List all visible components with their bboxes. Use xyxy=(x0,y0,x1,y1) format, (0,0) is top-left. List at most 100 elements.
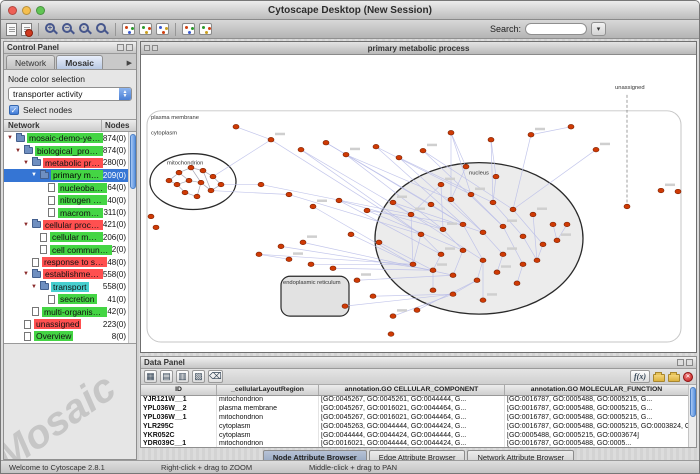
graph-node[interactable] xyxy=(450,292,456,297)
graph-node[interactable] xyxy=(428,202,434,207)
graph-node[interactable] xyxy=(370,294,376,299)
tree-row[interactable]: ▼primary metabolic process209(0) xyxy=(4,169,128,181)
table-scrollbar-thumb[interactable] xyxy=(690,387,696,417)
graph-node[interactable] xyxy=(390,200,396,205)
graph-node[interactable] xyxy=(153,225,159,230)
graph-node[interactable] xyxy=(182,190,188,195)
tree-row[interactable]: macromolecule metabolic process311(0) xyxy=(4,206,128,218)
table-cell[interactable]: [GO:0016787, GO:0005488, GO:0005215, GO:… xyxy=(505,423,688,432)
tree-row[interactable]: ▼mosaic-demo-yeast874(0) xyxy=(4,132,128,144)
graph-node[interactable] xyxy=(278,244,284,249)
tree-row[interactable]: nucleobase, nucleoside, nucleotide and n… xyxy=(4,182,128,194)
graph-node[interactable] xyxy=(148,214,154,219)
tree-row[interactable]: response to stimulus48(0) xyxy=(4,256,128,268)
graph-node[interactable] xyxy=(438,182,444,187)
tab-mosaic[interactable]: Mosaic xyxy=(56,55,103,69)
graph-node[interactable] xyxy=(450,273,456,278)
function-builder-button[interactable]: f(x) xyxy=(630,370,650,383)
graph-node[interactable] xyxy=(376,240,382,245)
graph-node[interactable] xyxy=(520,262,526,267)
graph-node[interactable] xyxy=(210,174,216,179)
graph-node[interactable] xyxy=(463,164,469,169)
tree-expander-icon[interactable]: ▼ xyxy=(14,148,22,154)
close-panel-icon[interactable] xyxy=(126,44,133,51)
tree-row[interactable]: nitrogen compound metabolic process40(0) xyxy=(4,194,128,206)
graph-node[interactable] xyxy=(474,278,480,283)
create-network-icon[interactable] xyxy=(122,23,135,35)
import-network-icon[interactable] xyxy=(139,23,152,35)
tree-row[interactable]: secretion41(0) xyxy=(4,293,128,305)
table-row[interactable]: YLR295Ccytoplasm[GO:0045263, GO:0044444,… xyxy=(141,423,688,432)
table-cell[interactable]: [GO:0044444, GO:0044424, GO:0044444, G..… xyxy=(319,432,505,441)
graph-node[interactable] xyxy=(330,266,336,271)
select-attributes-icon[interactable]: ▦ xyxy=(144,370,157,383)
graph-node[interactable] xyxy=(514,281,520,286)
graph-node[interactable] xyxy=(480,258,486,263)
zoom-window-button[interactable] xyxy=(36,6,45,15)
tree-scrollbar-thumb[interactable] xyxy=(130,134,136,189)
graph-node[interactable] xyxy=(528,132,534,137)
column-header[interactable]: annotation.GO MOLECULAR_FUNCTION xyxy=(505,385,688,395)
table-cell[interactable]: mitochondrion xyxy=(217,396,319,405)
network-window-button-icon[interactable] xyxy=(152,45,158,51)
table-cell[interactable]: cytoplasm xyxy=(217,432,319,441)
tree-row[interactable]: Overview8(0) xyxy=(4,330,128,342)
graph-node[interactable] xyxy=(268,137,274,142)
zoom-out-icon[interactable]: − xyxy=(62,23,72,33)
select-nodes-checkbox[interactable]: ✓ xyxy=(9,105,19,115)
graph-node[interactable] xyxy=(308,262,314,267)
graph-node[interactable] xyxy=(564,222,570,227)
network-window-button-icon[interactable] xyxy=(144,45,150,51)
tree-row[interactable]: cellular metabolic process206(0) xyxy=(4,231,128,243)
graph-node[interactable] xyxy=(480,230,486,235)
graph-node[interactable] xyxy=(342,304,348,309)
graph-node[interactable] xyxy=(348,232,354,237)
apply-layout-icon[interactable] xyxy=(156,23,169,35)
tree-row[interactable]: ▼transport558(0) xyxy=(4,281,128,293)
tree-row[interactable]: ▼establishment of localization558(0) xyxy=(4,268,128,280)
graph-node[interactable] xyxy=(200,168,206,173)
graph-node[interactable] xyxy=(208,188,214,193)
graph-node[interactable] xyxy=(286,257,292,262)
graph-node[interactable] xyxy=(174,182,180,187)
table-scrollbar[interactable] xyxy=(688,385,696,447)
graph-node[interactable] xyxy=(256,252,262,257)
graph-node[interactable] xyxy=(500,224,506,229)
annotation-icon[interactable] xyxy=(199,23,212,35)
graph-node[interactable] xyxy=(430,288,436,293)
graph-node[interactable] xyxy=(343,152,349,157)
table-cell[interactable]: plasma membrane xyxy=(217,405,319,414)
table-cell[interactable]: [GO:0016021, GO:0044444, GO:0044424, G..… xyxy=(319,440,505,447)
graph-node[interactable] xyxy=(418,232,424,237)
import-attributes-folder-icon[interactable] xyxy=(653,374,665,382)
graph-node[interactable] xyxy=(396,155,402,160)
graph-node[interactable] xyxy=(438,252,444,257)
graph-node[interactable] xyxy=(658,188,664,193)
tree-row[interactable]: cell communication2(0) xyxy=(4,244,128,256)
graph-node[interactable] xyxy=(494,270,500,275)
graph-node[interactable] xyxy=(530,212,536,217)
graph-node[interactable] xyxy=(298,147,304,152)
delete-attribute-icon[interactable]: ▥ xyxy=(176,370,189,383)
table-cell[interactable]: [GO:0016787, GO:0005488, GO:0005215, G..… xyxy=(505,396,688,405)
column-header[interactable]: _cellularLayoutRegion xyxy=(217,385,319,395)
graph-node[interactable] xyxy=(554,238,560,243)
graph-node[interactable] xyxy=(460,248,466,253)
import-file-icon[interactable] xyxy=(21,23,32,36)
graph-node[interactable] xyxy=(310,204,316,209)
graph-node[interactable] xyxy=(218,182,224,187)
table-cell[interactable]: [GO:0045263, GO:0044444, GO:0044424, G..… xyxy=(319,423,505,432)
tree-row[interactable]: ▼biological_process874(0) xyxy=(4,144,128,156)
graph-node[interactable] xyxy=(194,194,200,199)
graph-node[interactable] xyxy=(336,198,342,203)
table-cell[interactable]: YPL036W__2 xyxy=(141,405,217,414)
graph-node[interactable] xyxy=(408,212,414,217)
table-cell[interactable]: YKR052C xyxy=(141,432,217,441)
table-cell[interactable]: YDR039C__1 xyxy=(141,440,217,447)
graph-node[interactable] xyxy=(510,207,516,212)
graph-node[interactable] xyxy=(490,200,496,205)
graph-node[interactable] xyxy=(500,252,506,257)
table-row[interactable]: YDR039C__1mitochondrion[GO:0016021, GO:0… xyxy=(141,440,688,447)
color-attribute-dropdown[interactable]: transporter activity ▲▼ xyxy=(8,87,132,101)
graph-node[interactable] xyxy=(420,148,426,153)
